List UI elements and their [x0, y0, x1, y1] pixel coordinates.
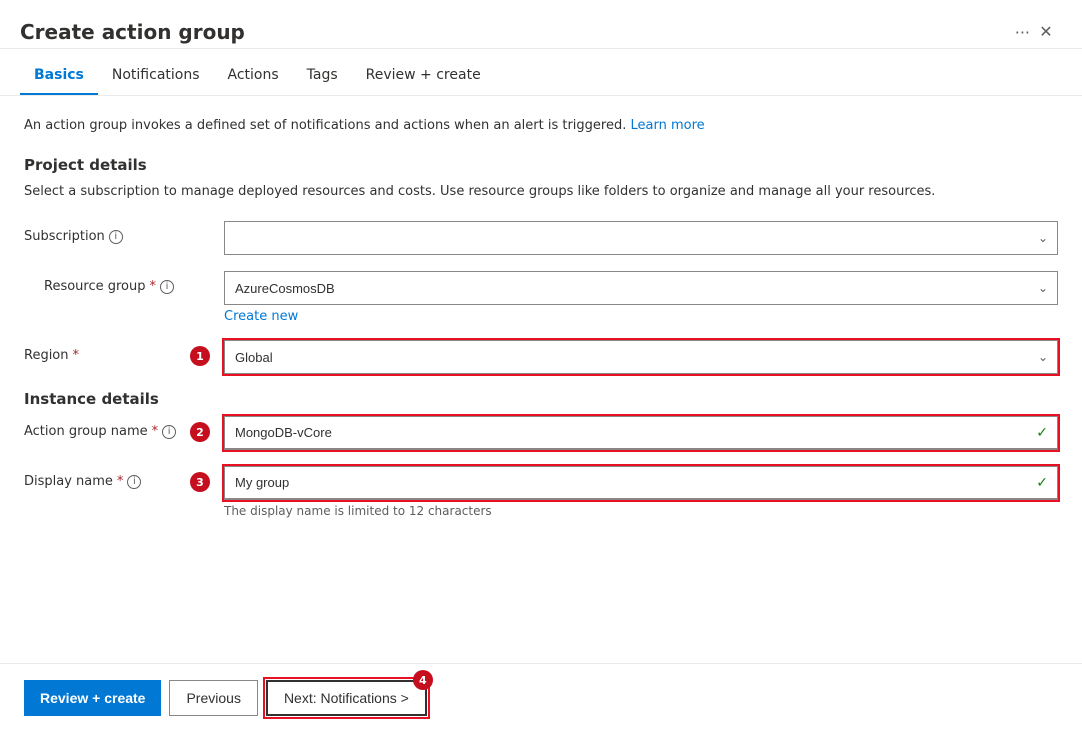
subscription-select[interactable]: [224, 221, 1058, 255]
resource-group-label: Resource group * i: [44, 279, 224, 294]
project-details-title: Project details: [24, 156, 1058, 174]
create-new-link[interactable]: Create new: [224, 309, 298, 324]
action-group-name-input[interactable]: [224, 416, 1058, 450]
review-create-button[interactable]: Review + create: [24, 680, 161, 716]
tab-review-create[interactable]: Review + create: [352, 57, 495, 95]
subscription-row: Subscription i ⌄: [24, 221, 1058, 255]
resource-group-info-icon[interactable]: i: [160, 280, 174, 294]
badge-3: 3: [190, 472, 210, 492]
action-group-name-row: Action group name * i 2 ✓: [24, 416, 1058, 450]
tabs-bar: Basics Notifications Actions Tags Review…: [0, 57, 1082, 96]
next-notifications-button[interactable]: Next: Notifications >: [266, 680, 427, 716]
tab-actions[interactable]: Actions: [214, 57, 293, 95]
dialog-title-dots: ···: [1015, 23, 1030, 42]
display-name-input-wrapper: ✓: [224, 466, 1058, 500]
display-name-check-icon: ✓: [1036, 475, 1048, 491]
badge-4: 4: [413, 670, 433, 690]
tab-tags[interactable]: Tags: [293, 57, 352, 95]
subscription-input-wrapper: ⌄: [224, 221, 1058, 255]
dialog-header: Create action group ··· ✕: [0, 0, 1082, 49]
badge-1: 1: [190, 346, 210, 366]
display-name-hint: The display name is limited to 12 charac…: [224, 504, 1058, 518]
previous-button[interactable]: Previous: [169, 680, 257, 716]
close-button[interactable]: ✕: [1030, 16, 1062, 48]
tab-notifications[interactable]: Notifications: [98, 57, 214, 95]
description-text: An action group invokes a defined set of…: [24, 116, 1058, 136]
subscription-info-icon[interactable]: i: [109, 230, 123, 244]
dialog-title: Create action group: [20, 20, 1007, 44]
region-select[interactable]: [224, 340, 1058, 374]
instance-details-title: Instance details: [24, 390, 1058, 408]
subscription-label: Subscription i: [24, 229, 224, 244]
region-input-wrapper: ⌄: [224, 340, 1058, 374]
resource-group-select[interactable]: [224, 271, 1058, 305]
dialog-content: An action group invokes a defined set of…: [0, 96, 1082, 663]
resource-group-input-wrapper: ⌄: [224, 271, 1058, 305]
display-name-input[interactable]: [224, 466, 1058, 500]
display-name-row: Display name * i 3 ✓ The display name is…: [24, 466, 1058, 518]
learn-more-link[interactable]: Learn more: [631, 118, 705, 133]
resource-group-row: Resource group * i ⌄ Create new: [24, 271, 1058, 324]
project-details-desc: Select a subscription to manage deployed…: [24, 182, 1058, 202]
display-name-info-icon[interactable]: i: [127, 475, 141, 489]
tab-basics[interactable]: Basics: [20, 57, 98, 95]
create-action-group-dialog: Create action group ··· ✕ Basics Notific…: [0, 0, 1082, 732]
action-group-name-input-wrapper: ✓: [224, 416, 1058, 450]
dialog-footer: Review + create Previous Next: Notificat…: [0, 663, 1082, 732]
action-group-name-info-icon[interactable]: i: [162, 425, 176, 439]
badge-2: 2: [190, 422, 210, 442]
action-group-name-check-icon: ✓: [1036, 425, 1048, 441]
region-row: Region * 1 ⌄: [24, 340, 1058, 374]
